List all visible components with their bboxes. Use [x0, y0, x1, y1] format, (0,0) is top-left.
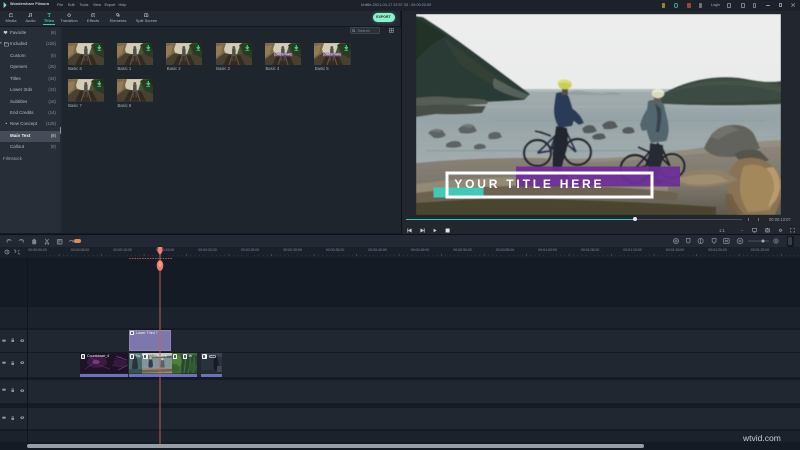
svg-text:YOUR TITLE HERE: YOUR TITLE HERE — [454, 176, 604, 190]
svg-text:LOWER THIRD: LOWER THIRD — [323, 53, 342, 57]
svg-text:LOWER THIRD: LOWER THIRD — [274, 53, 293, 57]
